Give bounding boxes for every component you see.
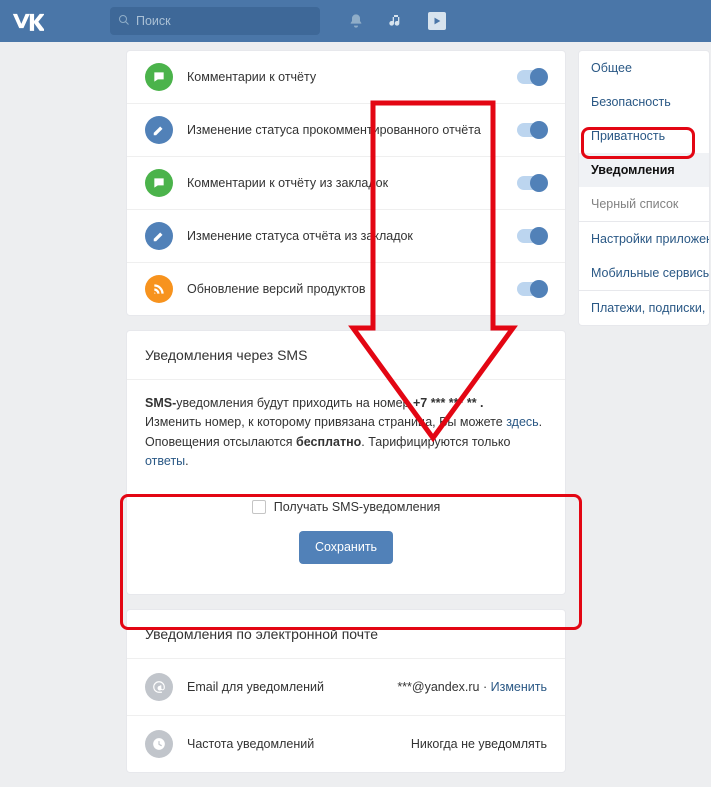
sidebar-panel: Общее Безопасность Приватность Уведомлен… — [578, 50, 710, 326]
notify-label: Изменение статуса отчёта из закладок — [187, 229, 517, 243]
comment-icon — [145, 63, 173, 91]
sidebar-item-blacklist[interactable]: Черный список — [579, 187, 709, 221]
sms-checkbox-label: Получать SMS-уведомления — [274, 498, 441, 517]
sms-checkbox[interactable] — [252, 500, 266, 514]
email-title: Уведомления по электронной почте — [127, 610, 565, 659]
pencil-icon — [145, 222, 173, 250]
play-icon[interactable] — [428, 12, 446, 30]
freq-row-label: Частота уведомлений — [187, 737, 411, 751]
notify-label: Комментарии к отчёту из закладок — [187, 176, 517, 190]
music-icon[interactable] — [388, 12, 404, 30]
notify-label: Изменение статуса прокомментированного о… — [187, 123, 517, 137]
sms-panel: Уведомления через SMS SMS-уведомления бу… — [126, 330, 566, 595]
sms-text-line: SMS-уведомления будут приходить на номер… — [145, 394, 547, 413]
toggle[interactable] — [517, 229, 547, 243]
sidebar-item-payments[interactable]: Платежи, подписки, переводы — [579, 291, 709, 325]
sms-body: SMS-уведомления будут приходить на номер… — [127, 380, 565, 594]
main-column: Комментарии к отчёту Изменение статуса п… — [126, 50, 566, 787]
notify-panel: Комментарии к отчёту Изменение статуса п… — [126, 50, 566, 316]
freq-row: Частота уведомлений Никогда не уведомлят… — [127, 715, 565, 772]
toggle[interactable] — [517, 282, 547, 296]
at-icon — [145, 673, 173, 701]
notify-label: Комментарии к отчёту — [187, 70, 517, 84]
page: Комментарии к отчёту Изменение статуса п… — [0, 42, 711, 787]
sidebar-item-notifications[interactable]: Уведомления — [579, 153, 709, 187]
sidebar-item-privacy[interactable]: Приватность — [579, 119, 709, 153]
search-box[interactable] — [110, 7, 320, 35]
sms-text-line: Изменить номер, к которому привязана стр… — [145, 413, 547, 432]
notify-row: Комментарии к отчёту — [127, 51, 565, 103]
sms-title: Уведомления через SMS — [127, 331, 565, 380]
notify-row: Изменение статуса прокомментированного о… — [127, 103, 565, 156]
email-row: Email для уведомлений ***@yandex.ru · Из… — [127, 659, 565, 715]
vk-logo[interactable] — [10, 11, 110, 31]
freq-row-value[interactable]: Никогда не уведомлять — [411, 737, 547, 751]
notify-label: Обновление версий продуктов — [187, 282, 517, 296]
email-row-label: Email для уведомлений — [187, 680, 397, 694]
header-icons — [348, 12, 446, 30]
settings-sidebar: Общее Безопасность Приватность Уведомлен… — [578, 50, 710, 787]
toggle[interactable] — [517, 70, 547, 84]
sms-text-line: Оповещения отсылаются бесплатно. Тарифиц… — [145, 433, 547, 472]
email-row-value: ***@yandex.ru · Изменить — [397, 680, 547, 694]
search-icon — [118, 14, 130, 29]
toggle[interactable] — [517, 176, 547, 190]
rss-icon — [145, 275, 173, 303]
comment-icon — [145, 169, 173, 197]
save-button[interactable]: Сохранить — [299, 531, 393, 564]
left-gutter — [0, 50, 126, 787]
sms-answers-link[interactable]: ответы — [145, 454, 185, 468]
sidebar-item-mobile[interactable]: Мобильные сервисы — [579, 256, 709, 290]
email-panel: Уведомления по электронной почте Email д… — [126, 609, 566, 773]
sms-here-link[interactable]: здесь — [506, 415, 538, 429]
bell-icon[interactable] — [348, 12, 364, 30]
sidebar-item-security[interactable]: Безопасность — [579, 85, 709, 119]
notify-row: Изменение статуса отчёта из закладок — [127, 209, 565, 262]
sidebar-item-apps[interactable]: Настройки приложений — [579, 222, 709, 256]
search-input[interactable] — [136, 14, 312, 28]
pencil-icon — [145, 116, 173, 144]
notify-row: Комментарии к отчёту из закладок — [127, 156, 565, 209]
sidebar-item-general[interactable]: Общее — [579, 51, 709, 85]
sms-checkbox-row: Получать SMS-уведомления — [145, 498, 547, 517]
change-email-link[interactable]: Изменить — [491, 680, 547, 694]
clock-icon — [145, 730, 173, 758]
header — [0, 0, 711, 42]
toggle[interactable] — [517, 123, 547, 137]
notify-row: Обновление версий продуктов — [127, 262, 565, 315]
